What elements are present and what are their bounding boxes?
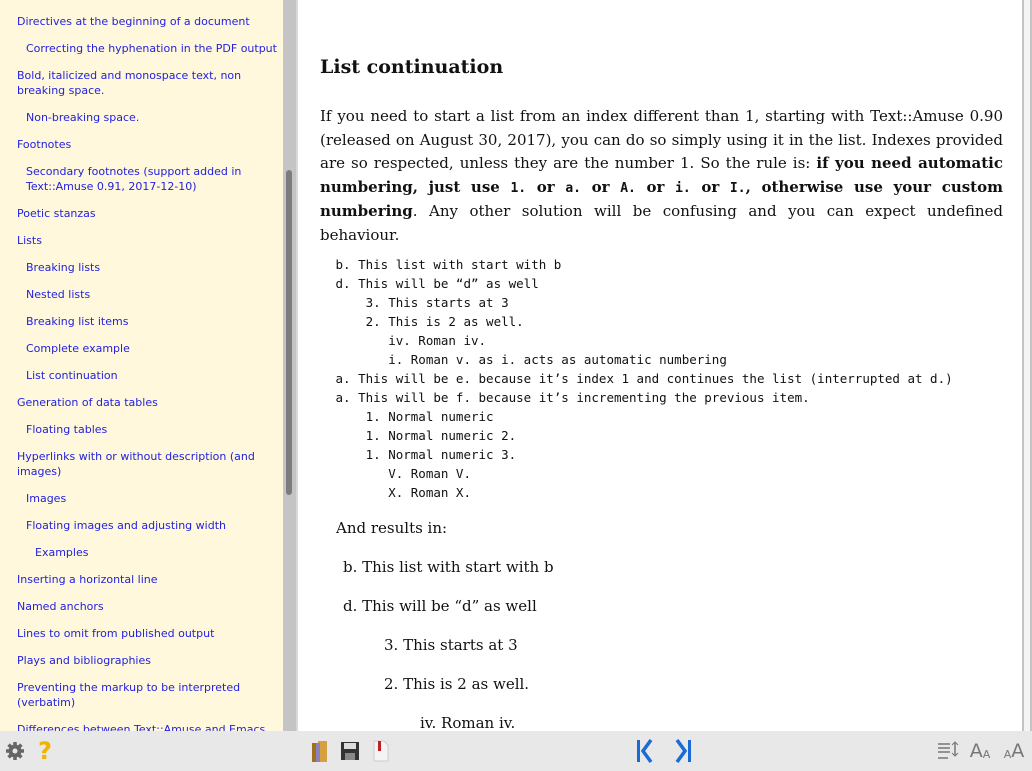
document-scrollbar-thumb[interactable] [1024,0,1030,731]
toc-item[interactable]: Hyperlinks with or without description (… [0,449,283,479]
toc-item[interactable]: Examples [0,545,283,560]
result-item: 2. This is 2 as well. [384,675,530,693]
result-item: iv. Roman iv. [420,714,516,731]
code-example: b. This list with start with b d. This w… [335,257,953,500]
toc-item[interactable]: Floating tables [0,422,283,437]
toc-item[interactable]: Preventing the markup to be interpreted … [0,680,283,710]
toc-item[interactable]: Plays and bibliographies [0,653,283,668]
result-item: d. This will be “d” as well [343,597,537,615]
toc-item[interactable]: Complete example [0,341,283,356]
decrease-font-icon[interactable]: AA [967,739,993,763]
table-of-contents: Directives at the beginning of a documen… [0,0,283,731]
pdf-icon[interactable] [371,739,391,763]
toc-item[interactable]: Floating images and adjusting width [0,518,283,533]
toc-item[interactable]: Breaking lists [0,260,283,275]
line-spacing-icon[interactable] [936,739,960,763]
sidebar-scrollbar-thumb[interactable] [286,170,292,495]
toc-item[interactable]: Differences between Text::Amuse and Emac… [0,722,283,731]
toc-item[interactable]: Footnotes [0,137,283,152]
document-scrollbar[interactable] [1022,0,1032,731]
toc-item[interactable]: List continuation [0,368,283,383]
toc-item[interactable]: Generation of data tables [0,395,283,410]
toc-item[interactable]: Correcting the hyphenation in the PDF ou… [0,41,283,56]
document-view: List continuation If you need to start a… [298,0,1022,731]
last-page-icon[interactable] [672,739,694,763]
section-title: List continuation [320,56,504,78]
first-page-icon[interactable] [634,739,656,763]
toc-item[interactable]: Secondary footnotes (support added in Te… [0,164,283,194]
toc-item[interactable]: Nested lists [0,287,283,302]
save-icon[interactable] [339,739,361,763]
results-intro: And results in: [336,519,448,537]
toc-item[interactable]: Named anchors [0,599,283,614]
help-icon[interactable]: ? [34,737,56,765]
sidebar-scrollbar[interactable] [283,0,296,731]
toc-item[interactable]: Directives at the beginning of a documen… [0,14,283,29]
gear-icon[interactable] [4,739,26,763]
toc-item[interactable]: Non-breaking space. [0,110,283,125]
increase-font-icon[interactable]: AA [1000,739,1028,763]
bottom-toolbar: ? AA AA [0,731,1032,771]
toc-item[interactable]: Poetic stanzas [0,206,283,221]
result-item: 3. This starts at 3 [384,636,518,654]
toc-item[interactable]: Lines to omit from published output [0,626,283,641]
toc-item[interactable]: Lists [0,233,283,248]
intro-paragraph: If you need to start a list from an inde… [320,107,1003,244]
library-icon[interactable] [310,739,330,763]
toc-item[interactable]: Bold, italicized and monospace text, non… [0,68,283,98]
toc-item[interactable]: Breaking list items [0,314,283,329]
toc-item[interactable]: Images [0,491,283,506]
result-item: b. This list with start with b [343,558,554,576]
toc-item[interactable]: Inserting a horizontal line [0,572,283,587]
